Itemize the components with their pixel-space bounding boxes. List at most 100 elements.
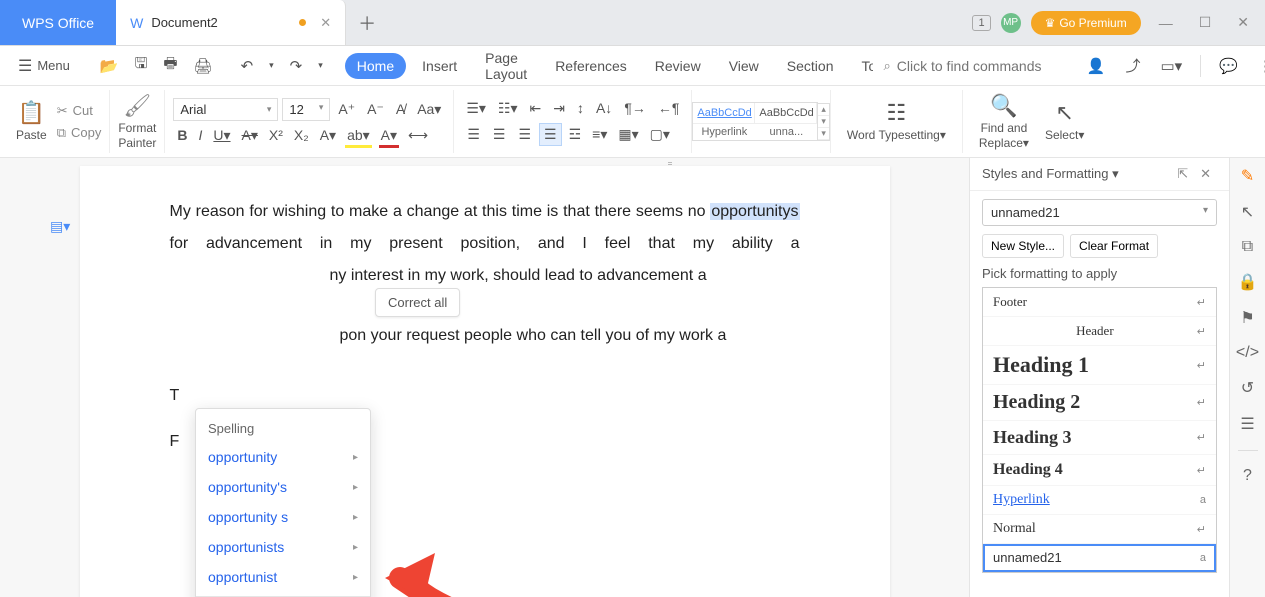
increase-indent-button[interactable]: ⇥ [549, 98, 569, 119]
style-item-normal[interactable]: Normal↵ [983, 515, 1216, 544]
tab-tools[interactable]: To‹ › [849, 53, 873, 79]
underline-button[interactable]: U▾ [209, 125, 234, 146]
correct-all-button[interactable]: Correct all [375, 288, 460, 317]
ltr-button[interactable]: ¶→ [620, 98, 650, 118]
subscript-button[interactable]: X₂ [290, 125, 313, 145]
clear-formatting-icon[interactable]: A̸ [392, 99, 409, 119]
close-button[interactable]: ✕ [1229, 14, 1257, 31]
font-size-select[interactable]: 12▾ [282, 98, 330, 121]
shading-button[interactable]: ▦▾ [614, 124, 642, 145]
share-icon[interactable]: 👤 [1081, 53, 1112, 79]
code-rail-icon[interactable]: </> [1236, 344, 1259, 362]
paragraph-2[interactable]: pon your request people who can tell you… [170, 320, 800, 352]
help-rail-icon[interactable]: ? [1243, 467, 1252, 485]
style-item-heading-1[interactable]: Heading 1↵ [983, 346, 1216, 385]
numbering-button[interactable]: ☷▾ [494, 98, 522, 119]
superscript-button[interactable]: X² [265, 125, 287, 145]
style-item-hyperlink[interactable]: Hyperlinka [983, 486, 1216, 515]
style-item-heading-3[interactable]: Heading 3↵ [983, 421, 1216, 455]
clipboard-rail-icon[interactable]: ⧉ [1242, 238, 1253, 256]
style-item-heading-4[interactable]: Heading 4↵ [983, 455, 1216, 486]
borders-button[interactable]: ▢▾ [646, 124, 674, 145]
word-typesetting-button[interactable]: ☷ Word Typesetting▾ [839, 100, 954, 142]
edit-rail-icon[interactable]: ✎ [1241, 166, 1254, 186]
rtl-button[interactable]: ←¶ [654, 98, 684, 118]
style-item-footer[interactable]: Footer↵ [983, 288, 1216, 317]
sort-button[interactable]: ↕ [573, 98, 588, 118]
suggestion-opportunity-s[interactable]: opportunity s▸ [196, 502, 370, 532]
print-icon[interactable]: 🖶 [157, 49, 183, 82]
styles-scroll-down[interactable]: ▾ [818, 116, 829, 128]
go-premium-button[interactable]: ♛ Go Premium [1031, 11, 1141, 35]
outline-toggle-icon[interactable]: ▤▾ [50, 218, 70, 235]
distribute-button[interactable]: ☲ [565, 124, 586, 145]
paragraph-1[interactable]: My reason for wishing to make a change a… [170, 196, 800, 292]
tab-home[interactable]: Home [345, 53, 406, 79]
change-case-icon[interactable]: Aa▾ [413, 99, 445, 120]
line-spacing-button[interactable]: ≡▾ [588, 124, 611, 145]
bullets-button[interactable]: ☰▾ [462, 98, 490, 119]
misspelled-word[interactable]: opportunitys [710, 203, 799, 220]
tab-insert[interactable]: Insert [410, 53, 469, 79]
bold-button[interactable]: B [173, 125, 191, 145]
align-right-button[interactable]: ☰ [513, 123, 536, 146]
styles-scroll-up[interactable]: ▴ [818, 104, 829, 116]
tab-references[interactable]: References [543, 53, 639, 79]
flag-rail-icon[interactable]: ⚑ [1240, 308, 1254, 328]
tab-section[interactable]: Section [775, 53, 846, 79]
save-icon[interactable]: 🖫 [129, 49, 154, 82]
decrease-indent-button[interactable]: ⇤ [526, 98, 546, 119]
more-icon[interactable]: ⋮ [1252, 53, 1265, 79]
align-justify-button[interactable]: ☰ [539, 123, 562, 146]
menu-button[interactable]: ☰ Menu [10, 52, 78, 80]
add-tab-button[interactable]: ＋ [346, 10, 388, 36]
maximize-button[interactable]: ☐ [1191, 14, 1220, 31]
styles-expand[interactable]: ▾ [818, 128, 829, 140]
tab-view[interactable]: View [717, 53, 771, 79]
document-area[interactable]: ▤▾ My reason for wishing to make a chang… [0, 158, 969, 597]
pin-icon[interactable]: ⇱ [1171, 166, 1194, 182]
suggestion-opportunitys-apostrophe[interactable]: opportunity's▸ [196, 472, 370, 502]
history-rail-icon[interactable]: ↺ [1241, 378, 1254, 398]
close-pane-icon[interactable]: ✕ [1194, 166, 1217, 182]
shrink-font-icon[interactable]: A⁻ [363, 99, 388, 120]
font-name-select[interactable]: Arial▾ [173, 98, 278, 121]
tab-review[interactable]: Review [643, 53, 713, 79]
align-center-button[interactable]: ☰ [488, 123, 511, 146]
minimize-button[interactable]: — [1151, 15, 1181, 31]
user-avatar[interactable]: MP [1001, 13, 1021, 33]
current-style-select[interactable]: unnamed21 ▾ [982, 199, 1217, 226]
style-item-heading-2[interactable]: Heading 2↵ [983, 385, 1216, 421]
new-style-button[interactable]: New Style... [982, 234, 1064, 258]
cloud-icon[interactable]: ▭▾ [1154, 53, 1188, 79]
styles-gallery[interactable]: AaBbCcDd AaBbCcDd Hyperlink unna... [692, 102, 818, 141]
redo-icon[interactable]: ↷ [284, 53, 309, 79]
upload-icon[interactable]: ⤴ [1119, 51, 1146, 80]
close-tab-icon[interactable]: ✕ [320, 15, 331, 31]
app-tab[interactable]: WPS Office [0, 0, 116, 45]
lock-rail-icon[interactable]: 🔒 [1238, 272, 1258, 292]
select-button[interactable]: ↖ Select▾ [1037, 100, 1092, 142]
text-direction-button[interactable]: A↓ [592, 98, 616, 118]
grow-font-icon[interactable]: A⁺ [334, 99, 359, 120]
strikethrough-button[interactable]: A▾ [238, 125, 262, 146]
suggestion-opportunity[interactable]: opportunity▸ [196, 442, 370, 472]
italic-button[interactable]: I [195, 125, 207, 145]
style-item-header[interactable]: Header↵ [983, 317, 1216, 346]
undo-more-icon[interactable]: ▾ [263, 56, 280, 75]
cut-button[interactable]: ✂Cut [57, 103, 102, 119]
copy-button[interactable]: ⧉Copy [57, 125, 102, 141]
command-search[interactable]: ⌕ [883, 58, 1076, 74]
style-list[interactable]: Footer↵Header↵Heading 1↵Heading 2↵Headin… [982, 287, 1217, 573]
tab-page-layout[interactable]: Page Layout [473, 45, 539, 87]
text-effects-button[interactable]: A▾ [316, 125, 340, 146]
pointer-rail-icon[interactable]: ↖ [1241, 202, 1254, 222]
document-tab[interactable]: W Document2 ✕ [116, 0, 346, 45]
fit-text-button[interactable]: ⟷ [404, 125, 432, 146]
print-preview-icon[interactable]: 🖨 [188, 53, 219, 79]
search-input[interactable] [897, 58, 1077, 74]
undo-icon[interactable]: ↶ [235, 53, 260, 79]
find-replace-button[interactable]: 🔍 Find and Replace▾ [971, 93, 1037, 150]
suggestion-opportunist[interactable]: opportunist▸ [196, 562, 370, 592]
suggestion-opportunists[interactable]: opportunists▸ [196, 532, 370, 562]
